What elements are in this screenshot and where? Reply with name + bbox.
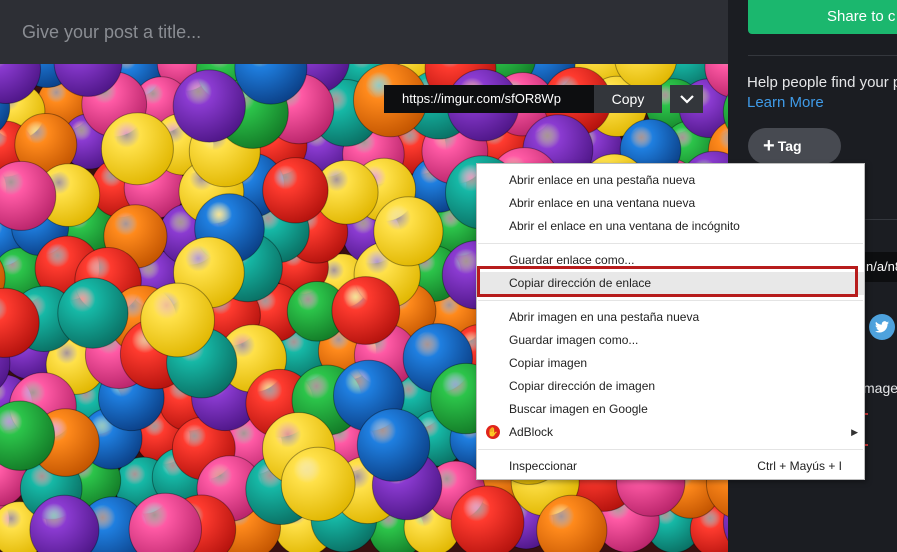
submenu-arrow-icon: ▶	[851, 427, 858, 437]
ball-shape	[331, 276, 401, 345]
context-menu-item-label: Copiar imagen	[509, 356, 588, 370]
sidebar-divider	[748, 55, 897, 56]
image-link-bar: https://imgur.com/sfOR8Wp Copy	[384, 85, 703, 113]
context-menu-item-label: Guardar imagen como...	[509, 333, 639, 347]
context-menu-item[interactable]: Abrir enlace en una pestaña nueva	[477, 169, 864, 192]
context-menu-item[interactable]: Guardar enlace como...	[477, 249, 864, 272]
context-menu-item[interactable]: Abrir enlace en una ventana nueva	[477, 192, 864, 215]
add-tag-button[interactable]: + Tag	[748, 128, 841, 164]
context-menu-item-label: Abrir enlace en una pestaña nueva	[509, 173, 696, 187]
context-menu-shortcut: Ctrl + Mayús + I	[757, 459, 842, 473]
context-menu-item[interactable]: Copiar dirección de imagen	[477, 375, 864, 398]
ball-shape	[172, 69, 246, 143]
context-menu: Abrir enlace en una pestaña nueva Abrir e…	[476, 163, 865, 480]
ball-shape	[450, 485, 525, 552]
context-menu-item-label: AdBlock	[509, 425, 554, 439]
context-menu-item-label: Copiar dirección de imagen	[509, 379, 656, 393]
context-menu-separator	[478, 243, 863, 244]
context-menu-separator	[478, 449, 863, 450]
context-menu-item-label: Inspeccionar	[509, 459, 578, 473]
context-menu-item[interactable]: Abrir el enlace en una ventana de incógn…	[477, 215, 864, 238]
post-title-bar	[0, 0, 728, 64]
images-label: mages	[863, 380, 897, 396]
context-menu-item[interactable]: Inspeccionar Ctrl + Mayús + I	[477, 455, 864, 478]
context-menu-item[interactable]: Abrir imagen en una pestaña nueva	[477, 306, 864, 329]
twitter-share-button[interactable]	[869, 314, 895, 340]
context-menu-item[interactable]: Copiar dirección de enlace	[477, 272, 864, 295]
ball-shape	[356, 408, 431, 482]
ball-shape	[262, 157, 329, 224]
context-menu-item[interactable]: AdBlock ✋ ▶	[477, 421, 864, 444]
copy-button[interactable]: Copy	[594, 85, 662, 113]
post-title-input[interactable]	[20, 20, 704, 44]
learn-more-link[interactable]: Learn More	[747, 94, 824, 111]
link-options-button[interactable]	[670, 85, 703, 113]
context-menu-item-label: Copiar dirección de enlace	[509, 276, 652, 290]
twitter-icon	[875, 321, 889, 333]
ball-shape	[280, 446, 356, 522]
context-menu-item[interactable]: Buscar imagen en Google	[477, 398, 864, 421]
image-url-field[interactable]: https://imgur.com/sfOR8Wp	[384, 85, 594, 113]
tag-button-label: Tag	[777, 138, 802, 154]
context-menu-item-label: Buscar imagen en Google	[509, 402, 648, 416]
context-menu-item-label: Abrir el enlace en una ventana de incógn…	[509, 219, 740, 233]
plus-icon: +	[763, 135, 775, 157]
ball-shape	[100, 112, 174, 186]
ball-shape	[57, 277, 129, 349]
context-menu-item-label: Abrir imagen en una pestaña nueva	[509, 310, 700, 324]
chevron-down-icon	[679, 94, 694, 104]
context-menu-item[interactable]: Copiar imagen	[477, 352, 864, 375]
ball-shape	[373, 196, 444, 267]
ball-shape	[140, 282, 216, 358]
adblock-icon: ✋	[486, 425, 500, 439]
context-menu-separator	[478, 300, 863, 301]
context-menu-item-label: Guardar enlace como...	[509, 253, 635, 267]
context-menu-item-label: Abrir enlace en una ventana nueva	[509, 196, 696, 210]
share-to-community-button[interactable]: Share to c	[748, 0, 897, 34]
tag-help-text: Help people find your p	[747, 74, 897, 91]
context-menu-item[interactable]: Guardar imagen como...	[477, 329, 864, 352]
